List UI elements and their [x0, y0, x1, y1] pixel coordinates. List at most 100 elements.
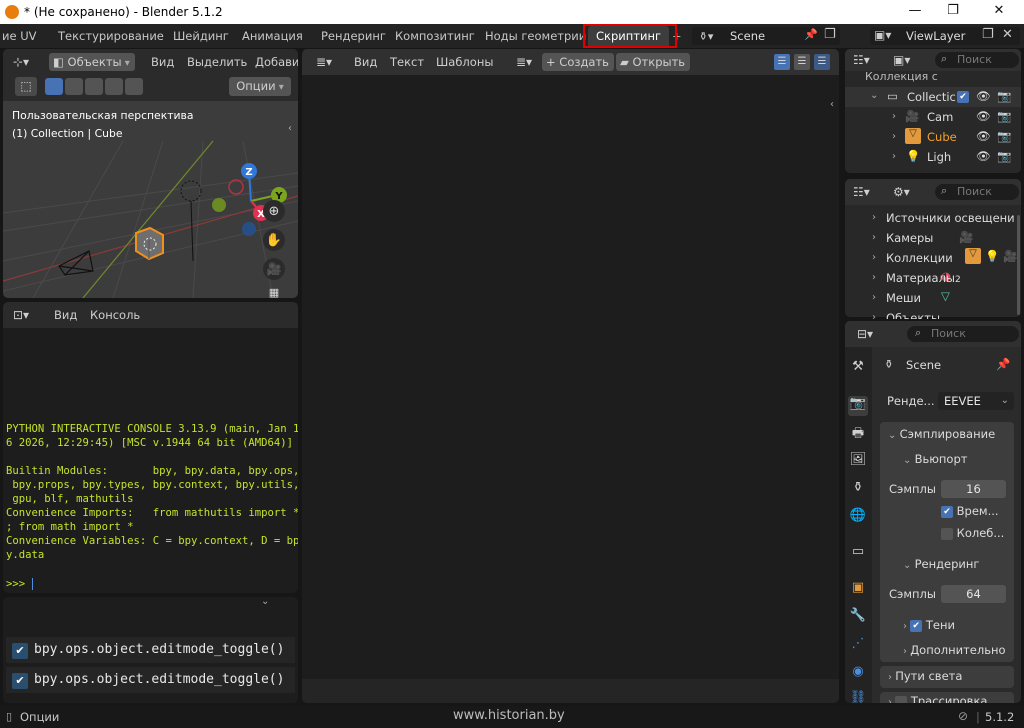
tool-tab-icon[interactable]: ⚒ [848, 359, 868, 379]
cube-object[interactable] [135, 226, 164, 261]
scene-tab-icon[interactable]: ⚱ [848, 480, 868, 500]
datablock-row[interactable]: › Объекты [845, 309, 1015, 319]
render-engine-dropdown[interactable]: EEVEE ⌄ [938, 392, 1014, 410]
tab-texturing[interactable]: Текстурирование [50, 26, 172, 46]
maximize-button[interactable]: ❐ [938, 3, 968, 18]
raytracing-panel[interactable]: › Трассировка [880, 692, 1014, 703]
view-menu[interactable]: Вид [147, 53, 178, 71]
render-tab-icon[interactable]: 📷 [848, 396, 868, 416]
zoom-icon[interactable]: ⊕ [263, 200, 285, 222]
console-menu[interactable]: Консоль [86, 306, 144, 324]
ortho-toggle-icon[interactable]: ▦ [263, 286, 285, 298]
camera-view-icon[interactable]: 🎥 [263, 258, 285, 280]
mode-selector[interactable]: ◧ Объекты ▾ [49, 53, 135, 71]
templates-menu[interactable]: Шаблоны [432, 53, 497, 71]
tab-animation[interactable]: Анимация [234, 26, 311, 46]
info-report-row[interactable]: ✔ bpy.ops.object.editmode_toggle() [6, 637, 295, 663]
expand-icon[interactable]: › [872, 252, 876, 263]
pin-icon[interactable]: 📌 [804, 28, 818, 41]
status-options[interactable]: Опции [20, 710, 59, 724]
minimize-button[interactable]: — [900, 3, 930, 18]
outliner-row-camera[interactable]: › 🎥 Cam 👁 📷 [845, 107, 1021, 127]
add-menu[interactable]: Добави [251, 53, 298, 71]
tab-shading[interactable]: Шейдинг [165, 26, 237, 46]
info-report-row[interactable]: ✔ bpy.ops.object.editmode_toggle() [6, 667, 295, 693]
new-scene-icon[interactable]: ❐ [824, 27, 836, 42]
editor-type-icon[interactable]: ⊹▾ [9, 53, 33, 71]
properties-search-input[interactable]: ⌕ Поиск [907, 326, 1019, 342]
tab-geometry-nodes[interactable]: Ноды геометрии [477, 26, 594, 46]
pan-hand-icon[interactable]: ✋ [263, 229, 285, 251]
viewport-3d[interactable]: ⊹▾ ◧ Объекты ▾ Вид Выделить Добави ⬚ Опц… [3, 49, 298, 298]
console-prompt[interactable]: >>> [6, 577, 34, 591]
text-sidebar-toggle-icon[interactable]: ‹ [830, 99, 834, 110]
outliner-row-light[interactable]: › 💡 Ligh 👁 📷 [845, 147, 1021, 167]
collection-checkbox[interactable]: ✔ [957, 91, 969, 103]
visibility-eye-icon[interactable]: 👁 [976, 149, 991, 163]
select-menu[interactable]: Выделить [183, 53, 251, 71]
output-tab-icon[interactable]: 🖶 [848, 424, 868, 444]
open-text-button[interactable]: ▰ Открыть [616, 53, 690, 71]
expand-icon[interactable]: › [872, 292, 876, 303]
shadows-subpanel[interactable]: › ✔ Тени [903, 618, 955, 632]
select-tool-icon[interactable]: ⬚ [15, 77, 37, 96]
blend-scrollbar[interactable] [1017, 215, 1020, 315]
text-menu[interactable]: Текст [386, 53, 428, 71]
view-layer-tab-icon[interactable]: 🖼 [848, 452, 868, 472]
sampling-header[interactable]: ⌄ Сэмплирование [888, 427, 995, 441]
select-extend-icon[interactable] [65, 78, 83, 95]
render-camera-icon[interactable]: 📷 [997, 89, 1011, 103]
visibility-eye-icon[interactable]: 👁 [976, 89, 991, 103]
outliner-row-cube[interactable]: › ▽ Cube 👁 📷 [845, 127, 1021, 147]
tab-rendering[interactable]: Рендеринг [313, 26, 394, 46]
physics-tab-icon[interactable]: ◉ [848, 664, 868, 684]
render-camera-icon[interactable]: 📷 [997, 149, 1011, 163]
datablock-row[interactable]: › Камеры [845, 229, 1015, 249]
blend-display-icon[interactable]: ⚙▾ [889, 183, 914, 201]
collection-row[interactable]: ⌄ ▭ Collectic ✔ 👁 📷 [845, 87, 1021, 107]
visibility-eye-icon[interactable]: 👁 [976, 109, 991, 123]
expand-icon[interactable]: › [872, 232, 876, 243]
tab-compositing[interactable]: Композитинг [387, 26, 483, 46]
temporal-reprojection-checkbox[interactable]: ✔ Врем... [941, 504, 999, 518]
expand-icon[interactable]: › [872, 312, 876, 319]
expand-icon[interactable]: › [892, 151, 896, 162]
render-camera-icon[interactable]: 📷 [997, 129, 1011, 143]
scene-selector[interactable]: ⚱▾ Scene 📌 ❐ [692, 27, 840, 45]
expand-icon[interactable]: ⌄ [870, 90, 878, 101]
select-new-icon[interactable] [45, 78, 63, 95]
syntax-highlight-icon[interactable]: ☰ [814, 54, 830, 70]
viewlayer-selector[interactable]: ▣▾ ViewLayer ❐ ✕ [870, 27, 1020, 45]
word-wrap-icon[interactable]: ☰ [794, 54, 810, 70]
select-invert-icon[interactable] [105, 78, 123, 95]
blend-editor-icon[interactable]: ☷▾ [849, 183, 874, 201]
line-numbers-icon[interactable]: ☰ [774, 54, 790, 70]
world-tab-icon[interactable]: 🌐 [848, 508, 868, 528]
modifier-tab-icon[interactable]: 🔧 [848, 608, 868, 628]
render-samples-field[interactable]: 64 [941, 585, 1006, 603]
text-editor-type-icon[interactable]: ≣▾ [312, 53, 336, 71]
info-editor[interactable]: ⌄ ✔ bpy.ops.object.editmode_toggle() ✔ b… [3, 597, 298, 703]
scene-collection-row[interactable]: Коллекция с [865, 70, 938, 83]
info-collapse-icon[interactable]: ⌄ [261, 597, 269, 607]
camera-object[interactable] [58, 250, 94, 276]
text-browse-icon[interactable]: ≣▾ [512, 53, 536, 71]
visibility-eye-icon[interactable]: 👁 [976, 129, 991, 143]
close-button[interactable]: ✕ [984, 3, 1014, 18]
outliner[interactable]: ☷▾ ▣▾ ⌕ Поиск Коллекция с ⌄ ▭ Collectic … [845, 49, 1021, 173]
expand-icon[interactable]: › [892, 131, 896, 142]
expand-icon[interactable]: › [872, 272, 876, 283]
display-mode-icon[interactable]: ▣▾ [889, 51, 914, 69]
new-text-button[interactable]: + Создать [542, 53, 614, 71]
sidebar-toggle-icon[interactable]: ‹ [288, 123, 292, 134]
console-editor-icon[interactable]: ⊡▾ [9, 306, 33, 324]
collection-tab-icon[interactable]: ▭ [848, 544, 868, 564]
render-subpanel-header[interactable]: ⌄ Рендеринг [903, 557, 979, 571]
blend-search-input[interactable]: ⌕ Поиск [935, 184, 1019, 200]
particles-tab-icon[interactable]: ⋰ [848, 636, 868, 656]
render-camera-icon[interactable]: 📷 [997, 109, 1011, 123]
text-view-menu[interactable]: Вид [350, 53, 381, 71]
properties-editor-icon[interactable]: ⊟▾ [853, 325, 877, 343]
outliner-type-icon[interactable]: ☷▾ [849, 51, 874, 69]
text-editor[interactable]: ≣▾ Вид Текст Шаблоны ≣▾ + Создать ▰ Откр… [302, 49, 839, 703]
